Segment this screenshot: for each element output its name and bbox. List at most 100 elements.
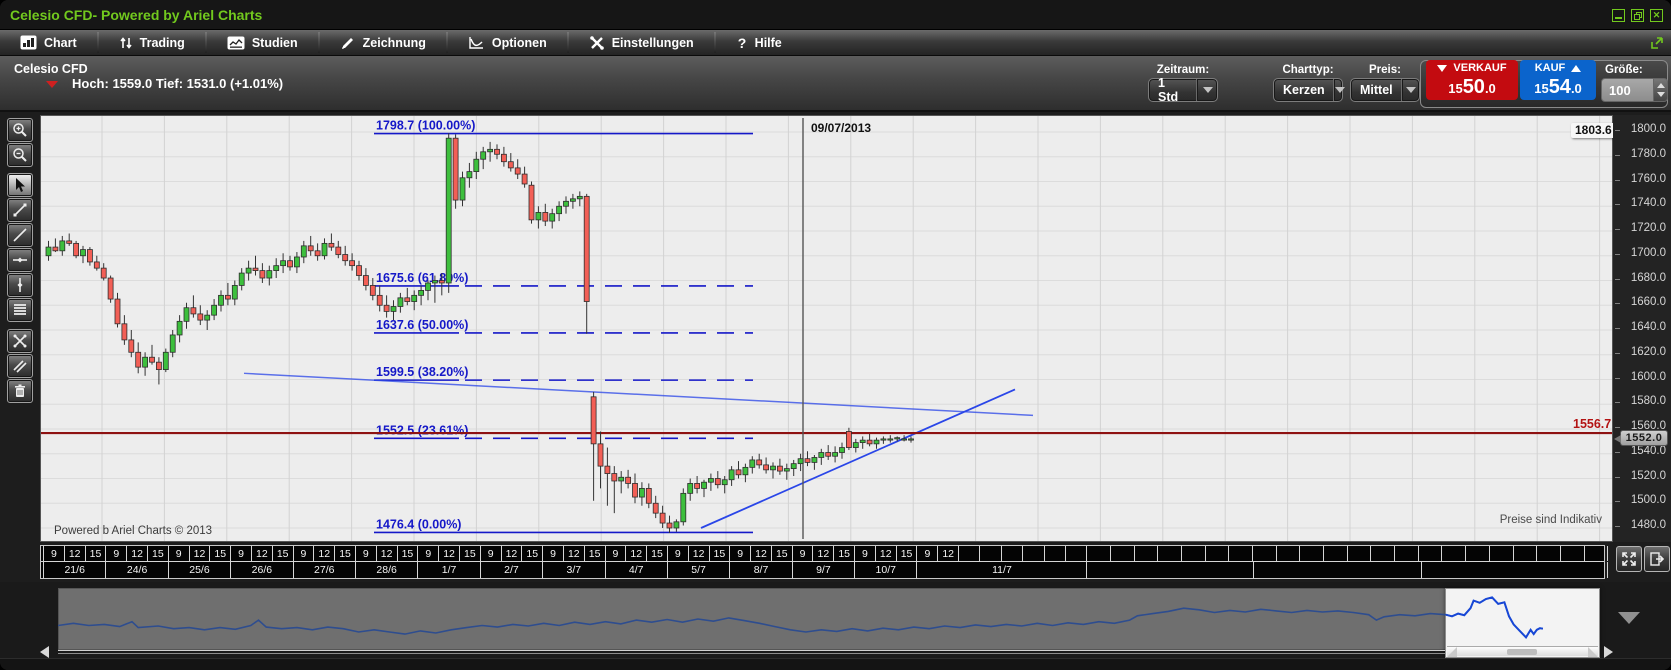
selection-scroll-handle[interactable] xyxy=(1507,649,1537,655)
preis-dropdown[interactable]: Mittel xyxy=(1350,78,1420,102)
tool-zoom-out-button[interactable] xyxy=(7,143,33,167)
selection-scrollbar[interactable] xyxy=(1447,646,1598,656)
tools-icon xyxy=(589,35,605,51)
high-price-tag: 1803.6 xyxy=(1571,123,1616,138)
tool-horizontal-line-button[interactable] xyxy=(7,248,33,272)
price-tick-label: 1780.0 xyxy=(1631,148,1666,160)
menu-separator xyxy=(714,32,716,53)
svg-text:1599.5 (38.20%): 1599.5 (38.20%) xyxy=(376,365,468,379)
down-triangle-icon xyxy=(46,81,58,88)
navigator-scroll-track[interactable] xyxy=(58,650,1445,654)
tool-fib-levels-button[interactable] xyxy=(7,298,33,322)
menu-separator xyxy=(97,32,99,53)
tick-dash xyxy=(1615,130,1620,131)
hour-cell: 15 xyxy=(86,546,107,561)
date-cell: 3/7 xyxy=(543,562,605,578)
menu-separator xyxy=(446,32,448,53)
time-axis[interactable]: 9121591215912159121591215912159121591215… xyxy=(40,545,1605,579)
hour-cell: 9 xyxy=(169,546,190,561)
export-button[interactable] xyxy=(1644,546,1670,572)
hour-cell: 15 xyxy=(522,546,543,561)
preis-label: Preis: xyxy=(1350,64,1420,76)
price-tick-label: 1500.0 xyxy=(1631,494,1666,506)
price-tick-label: 1680.0 xyxy=(1631,272,1666,284)
charttyp-label: Charttyp: xyxy=(1273,64,1343,76)
menu-item-chart[interactable]: Chart xyxy=(0,30,97,55)
hour-cell: 12 xyxy=(314,546,335,561)
hour-cell xyxy=(1371,546,1395,561)
scroll-left-icon[interactable] xyxy=(40,646,49,658)
tick-dash xyxy=(1615,378,1620,379)
kauf-button[interactable]: KAUF 1554.0 xyxy=(1520,60,1596,100)
price-tick-label: 1740.0 xyxy=(1631,197,1666,209)
tool-trend-segment-button[interactable] xyxy=(7,198,33,222)
price-tick-label: 1600.0 xyxy=(1631,371,1666,383)
hour-cell xyxy=(1111,546,1135,561)
hour-cell xyxy=(959,546,980,561)
date-cell: 1/7 xyxy=(418,562,480,578)
groesse-stepper[interactable] xyxy=(1654,78,1668,102)
menu-item-hilfe[interactable]: ? Hilfe xyxy=(716,30,802,55)
hour-cell xyxy=(1300,546,1324,561)
hour-cell xyxy=(1066,546,1087,561)
menu-item-trading[interactable]: Trading xyxy=(99,30,205,55)
menu-item-einstellungen[interactable]: Einstellungen xyxy=(569,30,714,55)
tool-parallel-lines-button[interactable] xyxy=(7,354,33,378)
selection-left-handle[interactable] xyxy=(1447,647,1457,657)
navigator-collapse-icon[interactable] xyxy=(1618,612,1640,624)
hour-cell xyxy=(1348,546,1372,561)
svg-text:1637.6 (50.00%): 1637.6 (50.00%) xyxy=(376,318,468,332)
price-tick-label: 1540.0 xyxy=(1631,445,1666,457)
disclaimer: Preise sind Indikativ xyxy=(1500,514,1602,526)
menu-item-optionen[interactable]: Optionen xyxy=(448,30,567,55)
charttyp-dropdown[interactable]: Kerzen xyxy=(1273,78,1343,102)
tick-dash xyxy=(1615,477,1620,478)
tool-cursor-button[interactable] xyxy=(7,173,33,197)
tool-zoom-in-button[interactable] xyxy=(7,118,33,142)
hour-cell xyxy=(1045,546,1066,561)
hour-cell: 12 xyxy=(564,546,585,561)
minimize-icon[interactable] xyxy=(1612,9,1625,22)
chevron-down-icon xyxy=(1334,79,1345,101)
info-bar: Celesio CFD Hoch: 1559.0 Tief: 1531.0 (+… xyxy=(0,56,1671,112)
menu-bar: ChartTradingStudienZeichnungOptionen Eins… xyxy=(0,30,1671,56)
menu-item-zeichnung[interactable]: Zeichnung xyxy=(320,30,446,55)
menu-item-label: Hilfe xyxy=(755,36,782,50)
date-cell: 5/7 xyxy=(668,562,730,578)
hour-cell xyxy=(1135,546,1159,561)
pencil-icon xyxy=(340,35,356,51)
tick-dash xyxy=(1615,279,1620,280)
hour-cell: 9 xyxy=(606,546,627,561)
scroll-right-icon[interactable] xyxy=(1604,646,1613,658)
bar-chart-icon xyxy=(20,35,37,50)
menu-item-studien[interactable]: Studien xyxy=(207,30,318,55)
hour-cell: 9 xyxy=(481,546,502,561)
price-axis[interactable]: 1800.01780.01760.01740.01720.01700.01680… xyxy=(1613,115,1671,542)
close-icon[interactable]: ✕ xyxy=(1650,9,1663,22)
menu-item-label: Einstellungen xyxy=(612,36,694,50)
window-title: Celesio CFD- Powered by Ariel Charts xyxy=(10,7,262,23)
svg-text:?: ? xyxy=(737,35,746,51)
hour-cell xyxy=(1023,546,1044,561)
trend-segment-icon xyxy=(12,202,28,218)
groesse-input[interactable]: 100 xyxy=(1601,78,1654,102)
tick-dash xyxy=(1615,204,1620,205)
date-cell: 27/6 xyxy=(294,562,356,578)
chart-plot-area[interactable]: 1798.7 (100.00%)1675.6 (61.80%)1637.6 (5… xyxy=(40,115,1613,542)
tool-cross-lines-button[interactable] xyxy=(7,329,33,353)
hour-cell: 12 xyxy=(813,546,834,561)
fullscreen-button[interactable] xyxy=(1616,546,1642,572)
hour-cell: 15 xyxy=(834,546,855,561)
tool-vertical-line-button[interactable] xyxy=(7,273,33,297)
selection-right-handle[interactable] xyxy=(1588,647,1598,657)
price-tick-label: 1640.0 xyxy=(1631,321,1666,333)
tool-line-button[interactable] xyxy=(7,223,33,247)
verkauf-button[interactable]: VERKAUF 1550.0 xyxy=(1426,60,1518,100)
zeitraum-dropdown[interactable]: 1 Std xyxy=(1148,78,1218,102)
popout-icon[interactable] xyxy=(1650,35,1665,55)
restore-icon[interactable] xyxy=(1631,9,1644,22)
date-cell xyxy=(1254,562,1422,578)
tool-delete-button[interactable] xyxy=(7,379,33,403)
zoom-out-icon xyxy=(12,147,28,163)
hour-cell: 9 xyxy=(793,546,814,561)
